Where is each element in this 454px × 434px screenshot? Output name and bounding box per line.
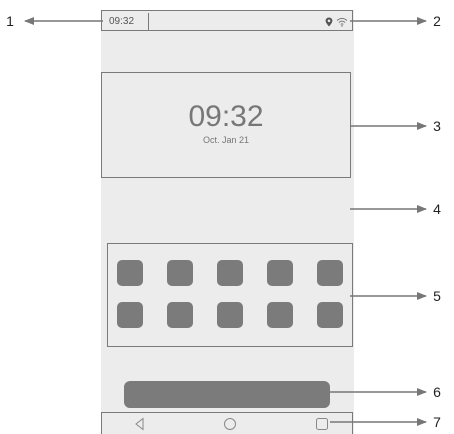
callout-number-6: 6: [433, 384, 441, 400]
callout-number-7: 7: [433, 414, 441, 430]
callout-number-1: 1: [6, 13, 14, 29]
callout-number-2: 2: [433, 13, 441, 29]
callout-number-3: 3: [433, 118, 441, 134]
callout-number-4: 4: [433, 201, 441, 217]
callout-number-5: 5: [433, 288, 441, 304]
callout-arrows: [24, 17, 427, 426]
